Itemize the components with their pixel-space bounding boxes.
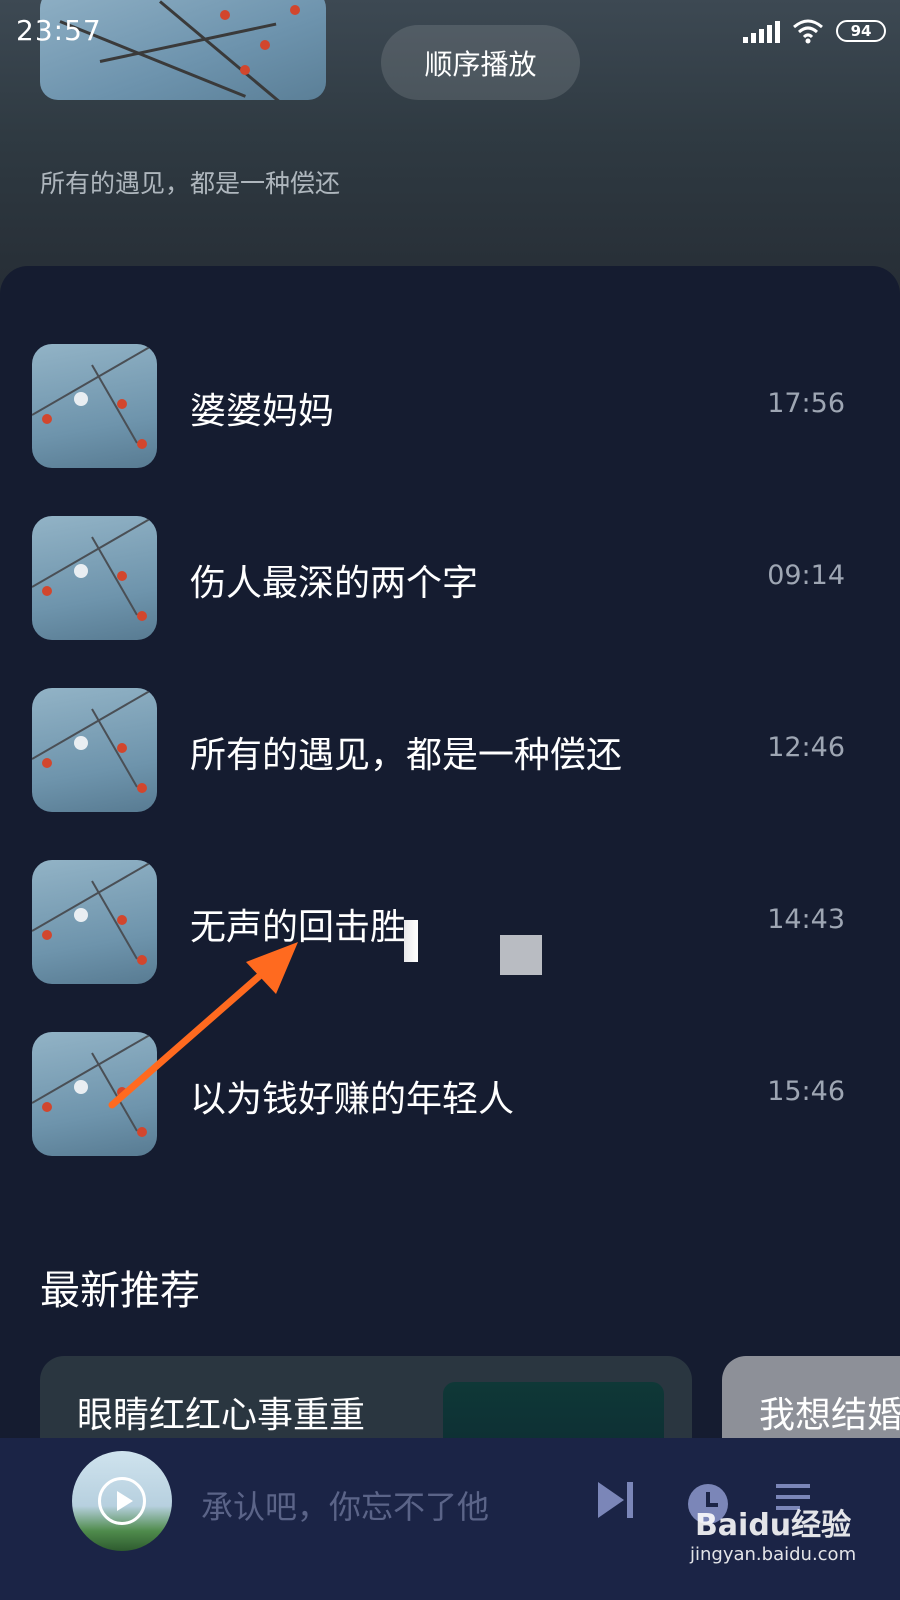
next-track-icon[interactable]	[598, 1482, 633, 1518]
track-thumbnail	[32, 516, 157, 640]
wifi-icon	[793, 19, 823, 44]
track-row[interactable]: 伤人最深的两个字 09:14	[0, 516, 900, 640]
watermark: Baidu经验 jingyan.baidu.com	[690, 1500, 856, 1565]
status-icons: 94	[743, 18, 886, 44]
track-row[interactable]: 婆婆妈妈 17:56	[0, 344, 900, 468]
album-subtitle: 所有的遇见，都是一种偿还	[40, 169, 341, 198]
signal-icon	[743, 19, 780, 43]
censor-patch	[500, 935, 542, 975]
status-time: 23:57	[16, 14, 102, 47]
watermark-logo: Baidu经验	[694, 1508, 852, 1543]
play-mode-button[interactable]: 顺序播放	[381, 25, 580, 100]
track-title: 所有的遇见，都是一种偿还	[190, 735, 623, 776]
track-title: 无声的回击胜	[190, 907, 407, 948]
section-title: 最新推荐	[40, 1268, 200, 1314]
track-thumbnail	[32, 1032, 157, 1156]
track-row[interactable]: 所有的遇见，都是一种偿还 12:46	[0, 688, 900, 812]
play-icon[interactable]	[98, 1477, 146, 1525]
track-duration: 15:46	[767, 1076, 845, 1107]
now-playing-title[interactable]: 承认吧，你忘不了他	[201, 1482, 489, 1528]
recommend-card-title: 眼睛红红心事重重	[77, 1395, 366, 1436]
track-row[interactable]: 无声的回击胜 14:43	[0, 860, 900, 984]
track-thumbnail	[32, 860, 157, 984]
watermark-url: jingyan.baidu.com	[690, 1544, 857, 1565]
track-duration: 09:14	[767, 560, 845, 591]
now-playing-cover[interactable]	[72, 1451, 172, 1551]
track-thumbnail	[32, 688, 157, 812]
recommend-card-title: 我想结婚	[759, 1395, 900, 1436]
track-row[interactable]: 以为钱好赚的年轻人 15:46	[0, 1032, 900, 1156]
track-duration: 17:56	[767, 388, 845, 419]
battery-icon: 94	[836, 20, 886, 42]
track-title: 伤人最深的两个字	[190, 563, 479, 604]
censor-patch	[404, 920, 418, 962]
track-duration: 12:46	[767, 732, 845, 763]
track-thumbnail	[32, 344, 157, 468]
track-duration: 14:43	[767, 904, 845, 935]
track-title: 以为钱好赚的年轻人	[190, 1079, 515, 1120]
track-title: 婆婆妈妈	[190, 391, 335, 432]
